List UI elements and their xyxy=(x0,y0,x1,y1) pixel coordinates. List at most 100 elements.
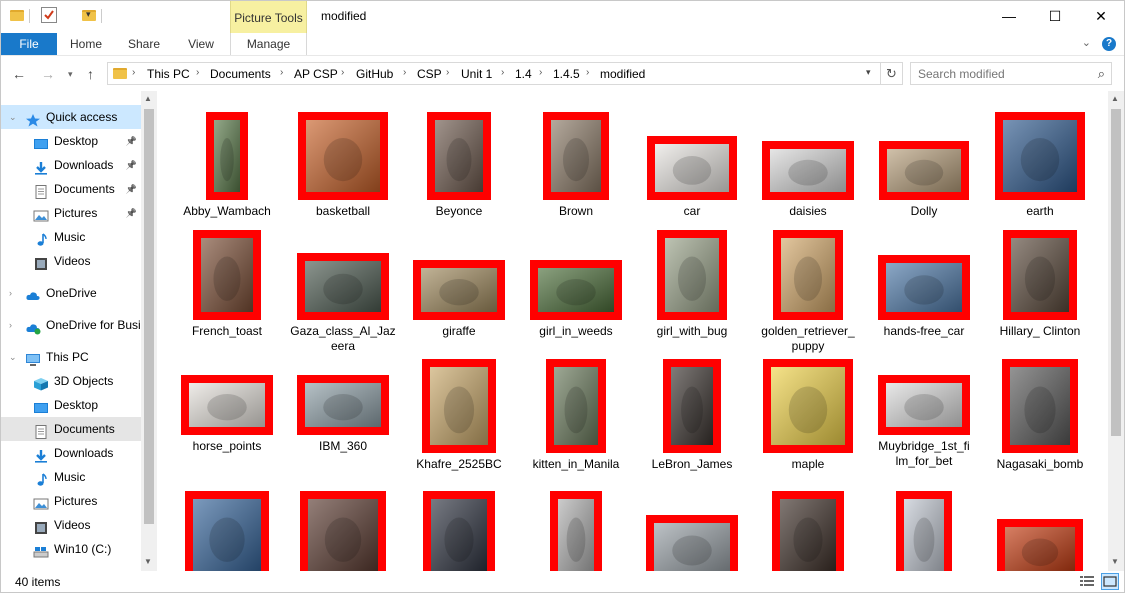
image-thumbnail[interactable] xyxy=(422,359,496,453)
file-item-hands-free-car[interactable]: hands-free_car xyxy=(866,227,982,357)
file-name[interactable]: daisies xyxy=(750,204,866,219)
image-thumbnail[interactable] xyxy=(543,112,609,200)
image-thumbnail[interactable] xyxy=(646,515,738,571)
file-name[interactable]: LeBron_James xyxy=(634,457,750,472)
minimize-button[interactable]: — xyxy=(986,1,1032,33)
maximize-button[interactable]: ☐ xyxy=(1032,1,1078,33)
scroll-up-icon[interactable]: ▲ xyxy=(144,94,152,103)
file-name[interactable]: Brown xyxy=(518,204,634,219)
details-view-icon[interactable] xyxy=(1079,574,1095,589)
image-thumbnail[interactable] xyxy=(878,375,970,435)
nav-item-downloads[interactable]: Downloads xyxy=(1,441,141,465)
file-name[interactable]: Nagasaki_bomb xyxy=(982,457,1098,472)
nav-item-documents[interactable]: Documents xyxy=(1,417,141,441)
scroll-down-icon[interactable]: ▼ xyxy=(1111,557,1119,566)
chevron-right-icon[interactable]: › xyxy=(280,67,283,78)
chevron-right-icon[interactable]: › xyxy=(539,67,542,78)
refresh-icon[interactable]: ↻ xyxy=(881,62,903,85)
image-thumbnail[interactable] xyxy=(896,491,952,571)
file-name[interactable]: French_toast xyxy=(169,324,285,339)
nav-item-onedrive[interactable]: › OneDrive xyxy=(1,281,141,305)
image-thumbnail[interactable] xyxy=(297,375,389,435)
image-thumbnail[interactable] xyxy=(206,112,248,200)
image-thumbnail[interactable] xyxy=(193,230,261,320)
file-name[interactable]: Hillary_ Clinton xyxy=(982,324,1098,339)
file-name[interactable]: girl_with_bug xyxy=(634,324,750,339)
file-item-earth[interactable]: earth xyxy=(982,101,1098,231)
image-thumbnail[interactable] xyxy=(423,491,495,571)
nav-item-quick-access[interactable]: ⌄ Quick access xyxy=(1,105,141,129)
nav-item-music[interactable]: Music xyxy=(1,225,141,249)
file-item-image-27[interactable] xyxy=(401,491,517,571)
file-item-image-32[interactable] xyxy=(982,491,1098,571)
nav-item-pictures[interactable]: Pictures 📌 xyxy=(1,201,141,225)
image-thumbnail[interactable] xyxy=(300,491,386,571)
address-history-dropdown-icon[interactable]: ▾ xyxy=(866,67,871,78)
breadcrumb-ap-csp[interactable]: AP CSP xyxy=(294,67,338,81)
file-item-lebron-james[interactable]: LeBron_James xyxy=(634,359,750,489)
file-item-image-28[interactable] xyxy=(518,491,634,571)
recent-locations-icon[interactable]: ▾ xyxy=(68,69,73,80)
file-item-maple[interactable]: maple xyxy=(750,359,866,489)
nav-item-3d-objects[interactable]: 3D Objects xyxy=(1,369,141,393)
breadcrumb-modified[interactable]: modified xyxy=(600,67,645,81)
content-scroll-thumb[interactable] xyxy=(1111,109,1121,436)
scroll-up-icon[interactable]: ▲ xyxy=(1111,94,1119,103)
image-thumbnail[interactable] xyxy=(773,230,843,320)
expand-ribbon-icon[interactable]: ⌄ xyxy=(1082,37,1091,49)
image-thumbnail[interactable] xyxy=(297,253,389,320)
file-item-beyonce[interactable]: Beyonce xyxy=(401,101,517,231)
file-item-image-25[interactable] xyxy=(169,491,285,571)
file-name[interactable]: giraffe xyxy=(401,324,517,339)
chevron-right-icon[interactable]: › xyxy=(403,67,406,78)
file-item-image-29[interactable] xyxy=(634,491,750,571)
file-item-basketball[interactable]: basketball xyxy=(285,101,401,231)
file-item-nagasaki-bomb[interactable]: Nagasaki_bomb xyxy=(982,359,1098,489)
file-item-hillary-clinton[interactable]: Hillary_ Clinton xyxy=(982,227,1098,357)
breadcrumb-this-pc[interactable]: This PC xyxy=(147,67,190,81)
file-name[interactable]: girl_in_weeds xyxy=(518,324,634,339)
file-item-car[interactable]: car xyxy=(634,101,750,231)
customize-quick-access-icon[interactable]: ▾ xyxy=(86,9,91,20)
scroll-down-icon[interactable]: ▼ xyxy=(144,557,152,566)
file-name[interactable]: earth xyxy=(982,204,1098,219)
tab-manage[interactable]: Manage xyxy=(230,33,307,55)
breadcrumb-unit-1[interactable]: Unit 1 xyxy=(461,67,492,81)
file-item-image-26[interactable] xyxy=(285,491,401,571)
nav-item-pictures[interactable]: Pictures xyxy=(1,489,141,513)
image-thumbnail[interactable] xyxy=(413,260,505,320)
file-name[interactable]: Abby_Wambach xyxy=(169,204,285,219)
file-item-golden-retriever-puppy[interactable]: golden_retriever_ puppy xyxy=(750,227,866,357)
file-name[interactable]: hands-free_car xyxy=(866,324,982,339)
image-thumbnail[interactable] xyxy=(530,260,622,320)
image-thumbnail[interactable] xyxy=(647,136,737,200)
nav-item-documents[interactable]: Documents 📌 xyxy=(1,177,141,201)
chevron-right-icon[interactable]: › xyxy=(586,67,589,78)
file-item-kitten-in-manila[interactable]: kitten_in_Manila xyxy=(518,359,634,489)
image-thumbnail[interactable] xyxy=(550,491,602,571)
file-item-french-toast[interactable]: French_toast xyxy=(169,227,285,357)
large-icons-view-icon[interactable] xyxy=(1101,573,1119,590)
image-thumbnail[interactable] xyxy=(879,141,969,200)
file-item-khafre-2525bc[interactable]: Khafre_2525BC xyxy=(401,359,517,489)
close-button[interactable]: ✕ xyxy=(1078,1,1124,33)
image-thumbnail[interactable] xyxy=(1002,359,1078,453)
image-thumbnail[interactable] xyxy=(763,359,853,453)
nav-item-desktop[interactable]: Desktop xyxy=(1,393,141,417)
file-name[interactable]: Gaza_class_Al_Jaz eera xyxy=(285,324,401,354)
file-name[interactable]: golden_retriever_ puppy xyxy=(750,324,866,354)
chevron-right-icon[interactable]: › xyxy=(132,67,135,78)
search-input[interactable] xyxy=(911,63,1091,84)
nav-item-videos[interactable]: Videos xyxy=(1,513,141,537)
image-thumbnail[interactable] xyxy=(185,491,269,571)
file-item-image-30[interactable] xyxy=(750,491,866,571)
file-item-brown[interactable]: Brown xyxy=(518,101,634,231)
address-bar[interactable]: › This PC › Documents › AP CSP › GitHub … xyxy=(107,62,881,85)
forward-arrow-icon[interactable]: → xyxy=(41,66,55,82)
tab-home[interactable]: Home xyxy=(63,33,109,55)
image-thumbnail[interactable] xyxy=(878,255,970,320)
chevron-right-icon[interactable]: › xyxy=(196,67,199,78)
file-name[interactable]: kitten_in_Manila xyxy=(518,457,634,472)
image-thumbnail[interactable] xyxy=(762,141,854,200)
content-scrollbar[interactable]: ▲ ▼ xyxy=(1108,91,1124,571)
